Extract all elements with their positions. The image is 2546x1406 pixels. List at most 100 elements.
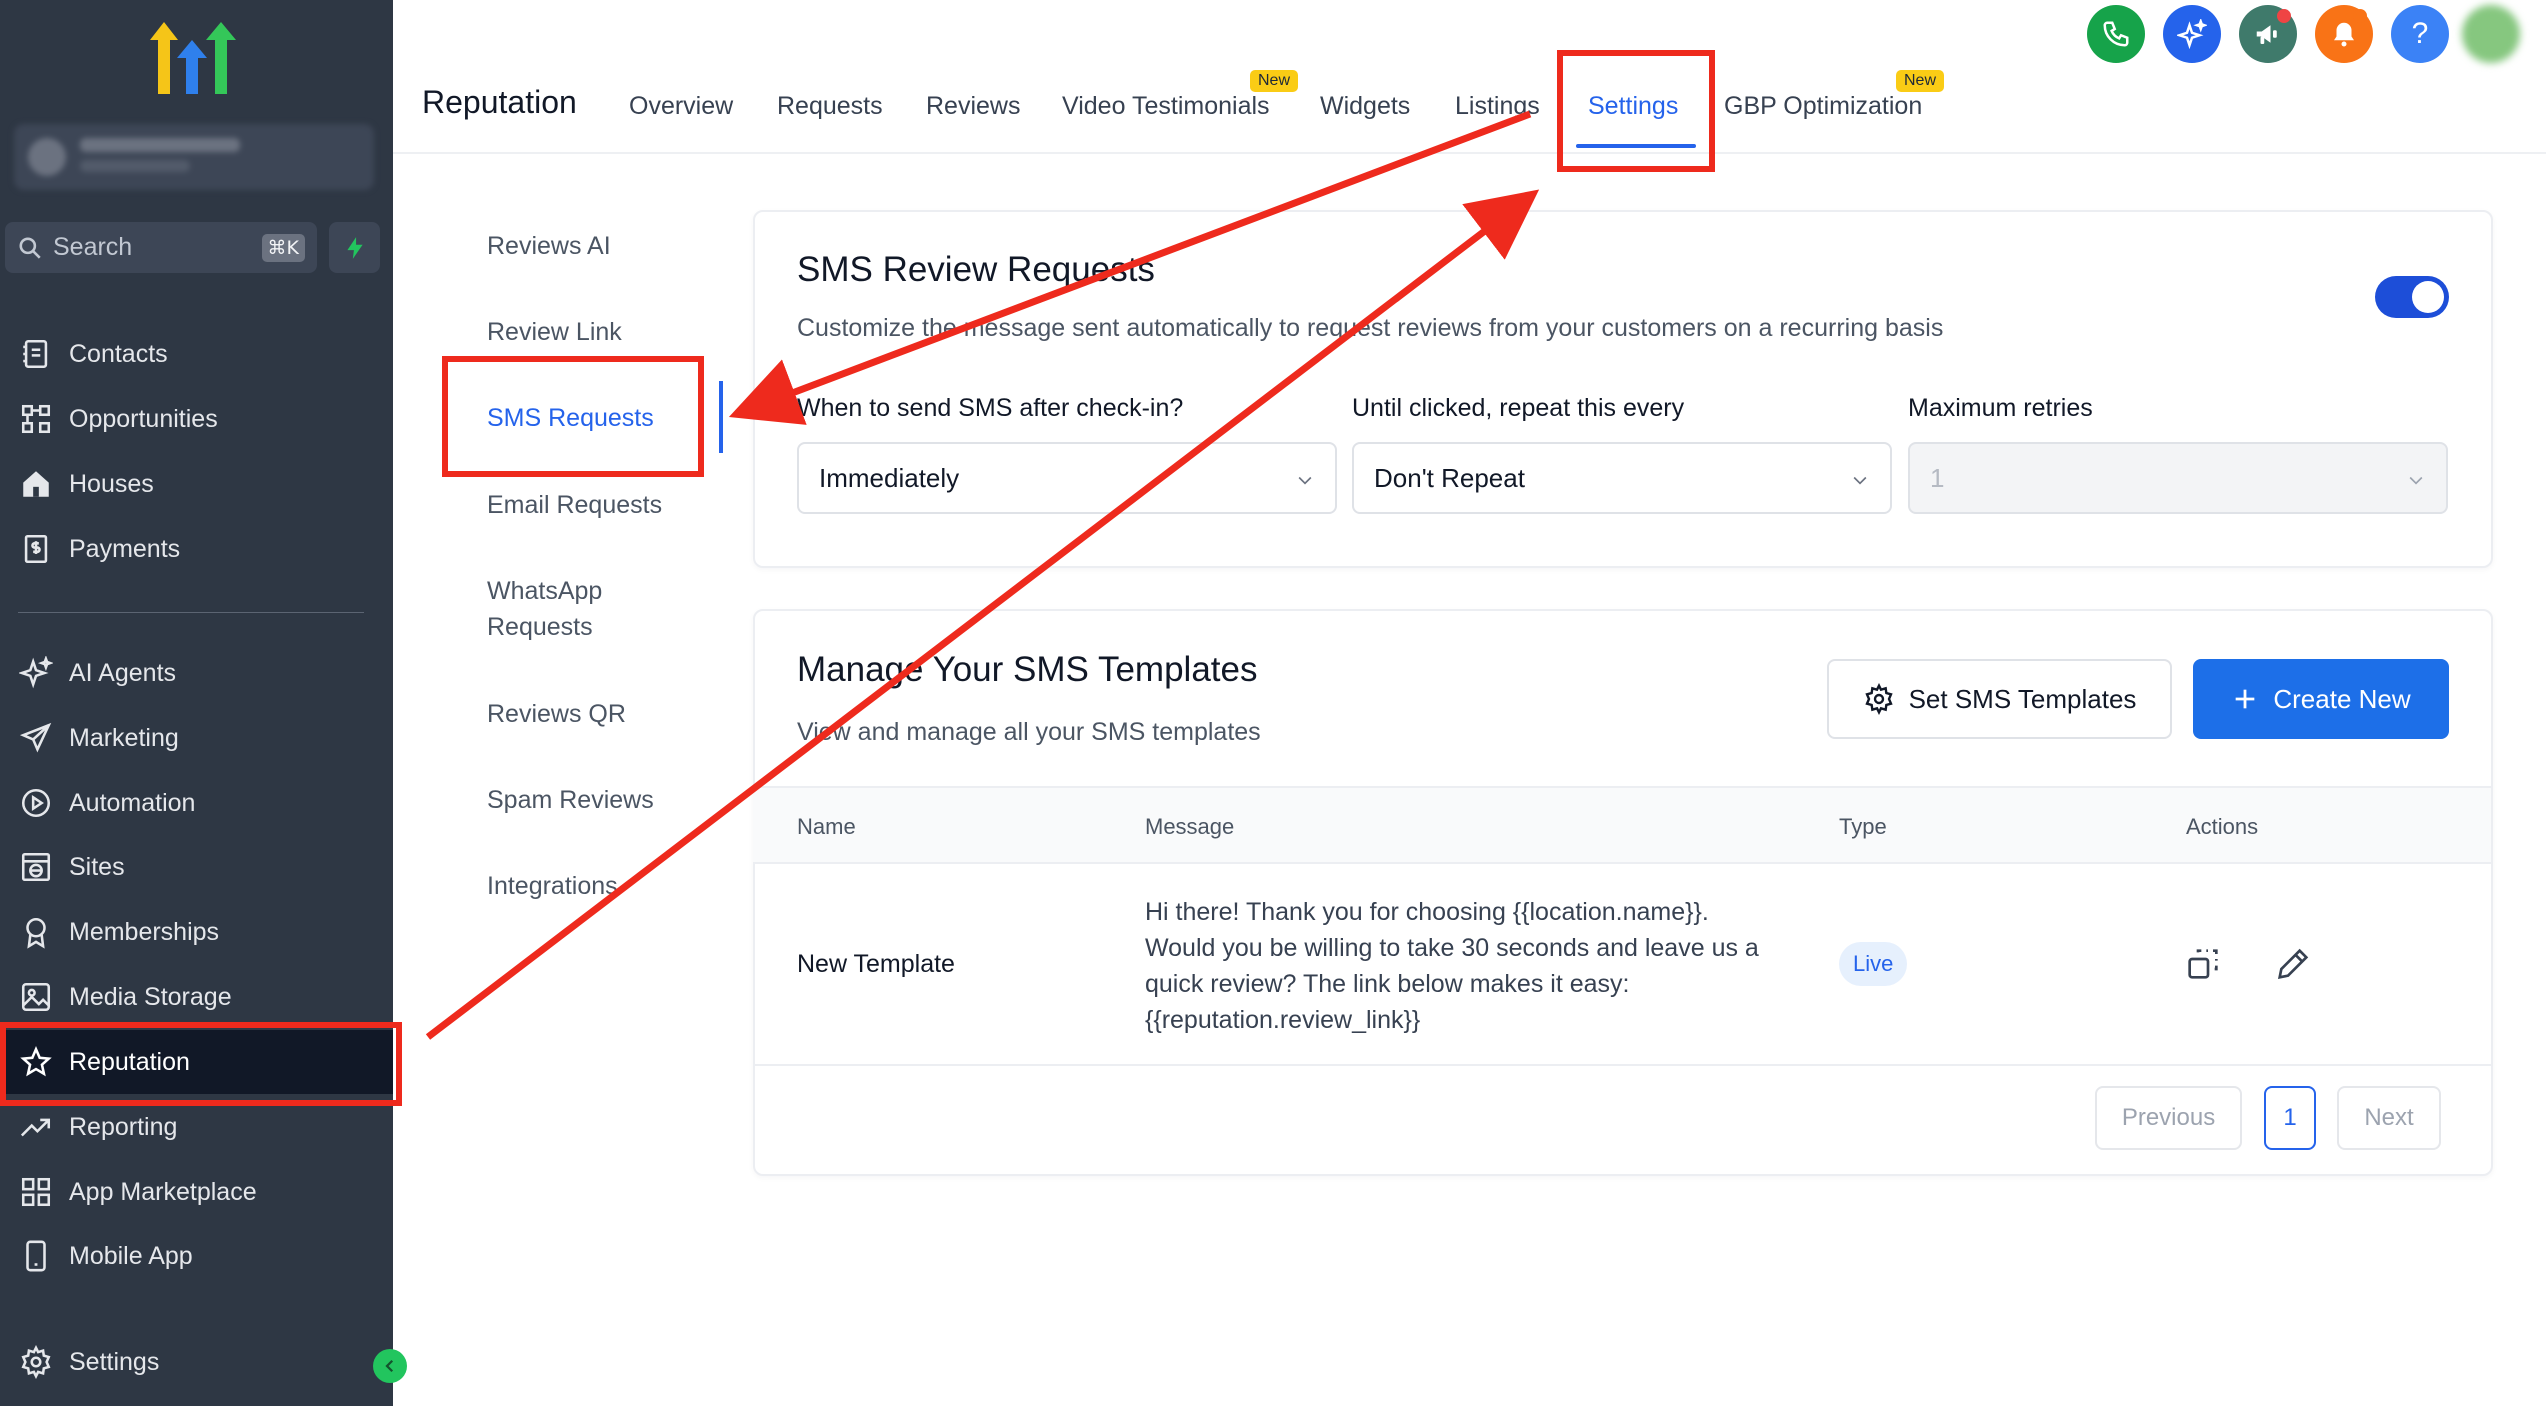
sidebar-item-media-storage[interactable]: Media Storage [0,965,393,1029]
phone-call-button[interactable] [2087,5,2145,63]
sidebar-item-payments[interactable]: Payments [0,517,393,581]
user-avatar[interactable] [2462,5,2520,63]
sidebar-item-contacts[interactable]: Contacts [0,322,393,386]
button-label: Create New [2273,683,2411,714]
subnav-integrations[interactable]: Integrations [487,868,618,904]
subnav-email-requests[interactable]: Email Requests [487,487,662,523]
edit-pencil-icon[interactable] [2273,944,2313,984]
app-root: Search ⌘K Contacts Opportunities Houses … [0,0,2546,1406]
table-row: New Template Hi there! Thank you for cho… [753,864,2491,1066]
sparkle-icon [2177,19,2207,49]
subnav-review-link[interactable]: Review Link [487,314,622,350]
select-value: 1 [1930,462,1945,493]
gear-icon [1864,683,1893,715]
ai-assistant-button[interactable] [2163,5,2221,63]
help-icon: ? [2411,17,2429,50]
sidebar-item-label: Mobile App [69,1241,193,1270]
tab-reviews[interactable]: Reviews [926,92,1020,121]
select-value: Don't Repeat [1374,462,1525,493]
pagination-page-1[interactable]: 1 [2264,1086,2316,1150]
tab-overview[interactable]: Overview [629,92,733,121]
column-header-message: Message [1145,814,1235,839]
sidebar-item-label: Marketing [69,723,179,752]
new-badge: New [1896,70,1945,92]
status-badge: Live [1839,942,1908,986]
send-timing-select[interactable]: Immediately [797,442,1337,514]
phone-icon [26,1240,46,1272]
sidebar-item-label: Opportunities [69,404,218,433]
tab-listings[interactable]: Listings [1455,92,1540,121]
collapse-sidebar-button[interactable] [373,1349,407,1383]
sidebar-item-opportunities[interactable]: Opportunities [0,387,393,451]
select-value: Immediately [819,462,960,493]
sidebar-item-ai-agents[interactable]: AI Agents [0,641,393,705]
account-name-blurred [80,138,240,152]
globe-icon [21,852,51,882]
trend-icon [20,1118,51,1137]
sidebar-item-label: App Marketplace [69,1177,257,1206]
unread-dot [2353,9,2367,23]
chevron-left-icon [385,1359,394,1373]
tab-video-testimonials[interactable]: Video Testimonials [1062,92,1270,121]
search-shortcut: ⌘K [261,234,305,262]
set-sms-templates-button[interactable]: Set SMS Templates [1827,659,2172,739]
sidebar-item-label: Contacts [69,339,168,368]
subnav-whatsapp-requests[interactable]: WhatsApp Requests [487,573,657,645]
sidebar-item-marketing[interactable]: Marketing [0,706,393,770]
payments-icon [24,534,48,564]
subnav-reviews-qr[interactable]: Reviews QR [487,696,626,732]
template-message: Hi there! Thank you for choosing {{locat… [1145,898,1759,1034]
max-retries-select[interactable]: 1 [1908,442,2448,514]
play-circle-icon [21,788,51,818]
sidebar-item-houses[interactable]: Houses [0,452,393,516]
sms-review-requests-title: SMS Review Requests [797,250,1155,289]
gear-icon [21,1345,51,1379]
sidebar-search[interactable]: Search ⌘K [5,222,317,273]
plus-icon [2236,689,2255,709]
sparkle-icon [19,656,53,689]
pagination-previous-button[interactable]: Previous [2095,1086,2242,1150]
sidebar-item-settings[interactable]: Settings [0,1330,393,1394]
unread-dot [2277,9,2291,23]
announcements-button[interactable] [2239,5,2297,63]
chevron-down-icon [1298,476,1312,485]
subnav-spam-reviews[interactable]: Spam Reviews [487,782,654,818]
tab-gbp-optimization[interactable]: GBP Optimization [1724,92,1922,121]
sidebar: Search ⌘K Contacts Opportunities Houses … [0,0,393,1406]
sms-review-requests-description: Customize the message sent automatically… [797,314,1944,342]
sidebar-item-mobile-app[interactable]: Mobile App [0,1224,393,1288]
tab-widgets[interactable]: Widgets [1320,92,1410,121]
sidebar-divider [18,612,364,613]
account-switcher[interactable] [14,124,374,190]
sidebar-item-sites[interactable]: Sites [0,835,393,899]
subnav-reviews-ai[interactable]: Reviews AI [487,228,611,264]
pagination-next-button[interactable]: Next [2337,1086,2441,1150]
max-retries-label: Maximum retries [1908,394,2093,422]
award-icon [26,917,46,949]
active-subnav-indicator [719,381,723,453]
search-icon [19,236,41,259]
sms-templates-description: View and manage all your SMS templates [797,718,1261,746]
grid-icon [21,1177,51,1207]
annotation-box-settings-tab [1557,50,1715,172]
sidebar-item-label: Reporting [69,1112,178,1141]
sidebar-item-app-marketplace[interactable]: App Marketplace [0,1160,393,1224]
help-button[interactable]: ? [2391,5,2449,63]
sidebar-item-automation[interactable]: Automation [0,771,393,835]
toggle-knob [2412,281,2444,313]
duplicate-icon[interactable] [2183,944,2223,984]
sidebar-item-memberships[interactable]: Memberships [0,900,393,964]
quick-actions-button[interactable] [329,222,380,273]
account-avatar [28,138,66,176]
sidebar-item-label: Houses [69,469,154,498]
column-header-name: Name [797,814,856,839]
repeat-interval-select[interactable]: Don't Repeat [1352,442,1892,514]
house-icon [23,471,49,497]
tab-requests[interactable]: Requests [777,92,883,121]
column-header-actions: Actions [2186,814,2259,839]
create-new-template-button[interactable]: Create New [2193,659,2449,739]
sms-requests-toggle[interactable] [2375,276,2449,318]
send-icon [19,722,52,753]
chevron-down-icon [2409,476,2423,485]
notifications-button[interactable] [2315,5,2373,63]
